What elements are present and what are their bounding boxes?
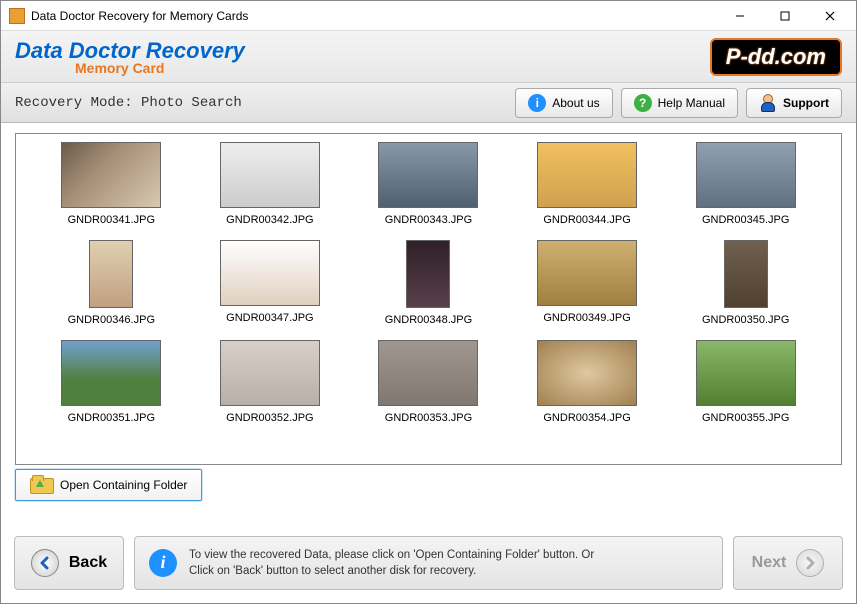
help-label: Help Manual [658,96,725,110]
back-label: Back [69,554,107,572]
thumbnail-item[interactable]: GNDR00344.JPG [510,142,665,226]
back-button[interactable]: Back [14,536,124,590]
thumbnail-filename: GNDR00347.JPG [226,312,313,324]
help-manual-button[interactable]: ? Help Manual [621,88,738,118]
thumbnail-item[interactable]: GNDR00341.JPG [34,142,189,226]
back-arrow-icon [31,549,59,577]
thumbnail-scroll[interactable]: GNDR00341.JPG GNDR00342.JPG GNDR00343.JPG G… [16,134,841,464]
titlebar: Data Doctor Recovery for Memory Cards [1,1,856,31]
thumbnail-filename: GNDR00350.JPG [702,314,789,326]
thumbnail-image [89,240,133,308]
thumbnail-image [537,240,637,306]
pdd-badge: P-dd.com [710,38,842,76]
thumbnail-item[interactable]: GNDR00343.JPG [351,142,506,226]
thumbnail-image [696,340,796,406]
thumbnail-filename: GNDR00344.JPG [543,214,630,226]
support-label: Support [783,96,829,110]
thumbnail-image [537,142,637,208]
thumbnail-filename: GNDR00355.JPG [702,412,789,424]
help-icon: ? [634,94,652,112]
window-title: Data Doctor Recovery for Memory Cards [31,9,717,23]
thumbnail-filename: GNDR00354.JPG [543,412,630,424]
thumbnail-image [220,240,320,306]
thumbnail-image [406,240,450,308]
info-line1: To view the recovered Data, please click… [189,547,594,563]
thumbnail-image [220,340,320,406]
maximize-button[interactable] [762,2,807,30]
thumbnail-item[interactable]: GNDR00350.JPG [668,240,823,326]
thumbnail-grid: GNDR00341.JPG GNDR00342.JPG GNDR00343.JPG G… [34,142,823,424]
thumbnail-filename: GNDR00348.JPG [385,314,472,326]
app-icon [9,8,25,24]
info-icon: i [528,94,546,112]
thumbnail-image [378,340,478,406]
footer: Back i To view the recovered Data, pleas… [14,536,843,590]
thumbnail-item[interactable]: GNDR00346.JPG [34,240,189,326]
thumbnail-filename: GNDR00345.JPG [702,214,789,226]
minimize-button[interactable] [717,2,762,30]
about-us-button[interactable]: i About us [515,88,612,118]
thumbnail-filename: GNDR00351.JPG [68,412,155,424]
support-icon [759,94,777,112]
info-line2: Click on 'Back' button to select another… [189,563,594,579]
thumbnail-item[interactable]: GNDR00345.JPG [668,142,823,226]
thumbnail-filename: GNDR00341.JPG [68,214,155,226]
thumbnail-item[interactable]: GNDR00347.JPG [193,240,348,326]
folder-icon [30,476,52,494]
info-panel: i To view the recovered Data, please cli… [134,536,723,590]
thumbnail-image [724,240,768,308]
open-folder-label: Open Containing Folder [60,478,187,492]
thumbnail-filename: GNDR00343.JPG [385,214,472,226]
next-label: Next [752,554,787,572]
thumbnail-panel: GNDR00341.JPG GNDR00342.JPG GNDR00343.JPG G… [15,133,842,465]
thumbnail-item[interactable]: GNDR00342.JPG [193,142,348,226]
recovery-mode-label: Recovery Mode: Photo Search [15,95,507,111]
close-button[interactable] [807,2,852,30]
thumbnail-item[interactable]: GNDR00354.JPG [510,340,665,424]
mode-bar: Recovery Mode: Photo Search i About us ?… [1,83,856,123]
thumbnail-item[interactable]: GNDR00351.JPG [34,340,189,424]
info-text: To view the recovered Data, please click… [189,547,594,579]
open-folder-row: Open Containing Folder [15,469,842,501]
thumbnail-filename: GNDR00342.JPG [226,214,313,226]
thumbnail-filename: GNDR00346.JPG [68,314,155,326]
thumbnail-image [537,340,637,406]
thumbnail-item[interactable]: GNDR00355.JPG [668,340,823,424]
next-arrow-icon [796,549,824,577]
next-button: Next [733,536,843,590]
thumbnail-image [696,142,796,208]
thumbnail-image [378,142,478,208]
thumbnail-filename: GNDR00349.JPG [543,312,630,324]
thumbnail-item[interactable]: GNDR00348.JPG [351,240,506,326]
about-label: About us [552,96,599,110]
info-icon: i [149,549,177,577]
app-logo: Data Doctor Recovery Memory Card [15,38,710,76]
thumbnail-item[interactable]: GNDR00352.JPG [193,340,348,424]
open-containing-folder-button[interactable]: Open Containing Folder [15,469,202,501]
thumbnail-filename: GNDR00353.JPG [385,412,472,424]
thumbnail-image [61,142,161,208]
support-button[interactable]: Support [746,88,842,118]
thumbnail-filename: GNDR00352.JPG [226,412,313,424]
thumbnail-image [220,142,320,208]
thumbnail-item[interactable]: GNDR00349.JPG [510,240,665,326]
thumbnail-image [61,340,161,406]
header-band: Data Doctor Recovery Memory Card P-dd.co… [1,31,856,83]
thumbnail-item[interactable]: GNDR00353.JPG [351,340,506,424]
